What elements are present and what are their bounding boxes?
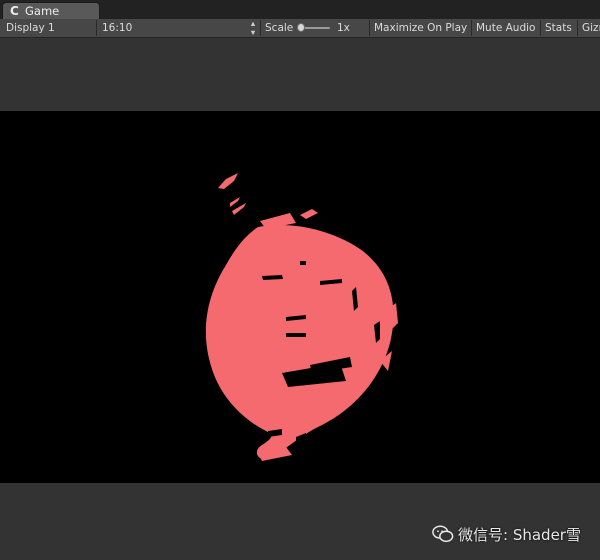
scale-label: Scale [265, 22, 294, 34]
rendered-sphere-dissolve [205, 173, 398, 461]
game-viewport[interactable] [0, 111, 600, 483]
aspect-dropdown-label: 16:10 [102, 22, 133, 34]
maximize-on-play-toggle[interactable]: Maximize On Play [374, 19, 471, 37]
watermark: 微信号: Shader雪 [432, 520, 581, 548]
toolbar-separator [540, 20, 541, 36]
toolbar-separator [471, 20, 472, 36]
mute-audio-toggle[interactable]: Mute Audio [476, 19, 538, 37]
tab-game-label: Game [25, 4, 60, 18]
tab-game[interactable]: C Game [2, 2, 100, 19]
toolbar-separator [96, 20, 97, 36]
gizmos-dropdown[interactable]: Gizmos [582, 19, 600, 37]
dropdown-arrows-icon: ▴ ▾ [250, 19, 255, 37]
toolbar-separator [260, 20, 261, 36]
stats-toggle[interactable]: Stats [545, 19, 575, 37]
wechat-icon [432, 525, 454, 543]
display-dropdown-label: Display 1 [6, 22, 55, 34]
aspect-dropdown[interactable]: 16:10 ▴ ▾ [102, 19, 258, 37]
scale-value: 1x [337, 22, 350, 34]
toolbar-separator [577, 20, 578, 36]
scale-slider-thumb[interactable] [297, 23, 305, 32]
letterbox-top [0, 38, 600, 111]
window-tab-bar: C Game [0, 0, 600, 19]
watermark-text: 微信号: Shader雪 [458, 525, 581, 544]
toolbar-separator [369, 20, 370, 36]
unity-game-icon: C [10, 4, 19, 18]
game-view-toolbar: Display 1 ▴ ▾ 16:10 ▴ ▾ Scale 1x Maximize … [0, 19, 600, 38]
